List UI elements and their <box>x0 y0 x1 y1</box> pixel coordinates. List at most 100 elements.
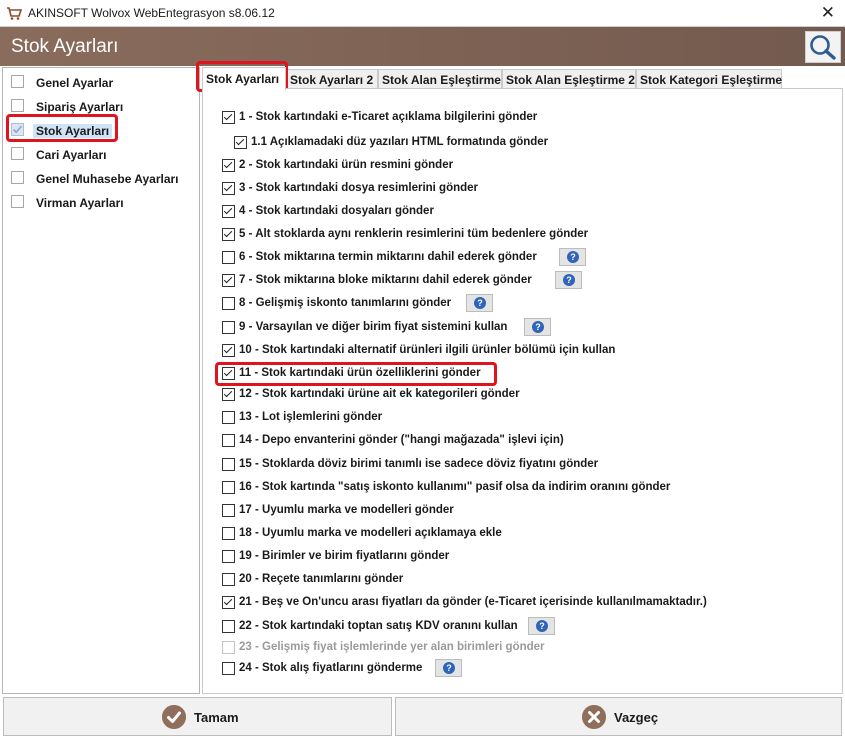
sidebar-item-siparis-ayarlari[interactable]: Sipariş Ayarları <box>11 97 196 117</box>
option-checkbox[interactable] <box>222 321 235 334</box>
app-cart-icon <box>7 7 22 20</box>
close-icon[interactable]: ✕ <box>821 3 835 23</box>
option-checkbox[interactable] <box>222 434 235 447</box>
sidebar-checkbox[interactable] <box>11 99 24 112</box>
help-button[interactable]: ? <box>528 617 555 635</box>
option-label: 23 - Gelişmiş fiyat işlemlerinde yer ala… <box>239 641 545 653</box>
help-icon: ? <box>532 321 544 333</box>
check-icon <box>12 125 23 134</box>
option-checkbox[interactable] <box>222 573 235 586</box>
option-checkbox[interactable] <box>222 620 235 633</box>
option-checkbox[interactable] <box>222 228 235 241</box>
option-checkbox[interactable] <box>222 251 235 264</box>
option-label: 1.1 Açıklamadaki düz yazıları HTML forma… <box>251 136 549 148</box>
option-label: 12 - Stok kartındaki ürüne ait ek katego… <box>239 388 520 400</box>
option-checkbox[interactable] <box>222 458 235 471</box>
option-checkbox[interactable] <box>222 344 235 357</box>
option-label: 7 - Stok miktarına bloke miktarını dahil… <box>239 274 532 286</box>
option-label: 8 - Gelişmiş iskonto tanımlarını gönder <box>239 297 452 309</box>
ok-button-label: Tamam <box>194 710 239 725</box>
sidebar-item-label: Virman Ayarları <box>36 196 124 210</box>
window-title: AKINSOFT Wolvox WebEntegrasyon s8.06.12 <box>28 6 275 20</box>
sidebar-checkbox[interactable] <box>11 147 24 160</box>
tab-strip: Stok Ayarları Stok Ayarları 2 Stok Alan … <box>202 67 843 90</box>
help-button[interactable]: ? <box>559 248 586 266</box>
check-circle-icon <box>162 705 186 729</box>
option-checkbox[interactable] <box>222 481 235 494</box>
cancel-button[interactable]: Vazgeç <box>395 697 842 736</box>
help-icon: ? <box>567 251 579 263</box>
help-button[interactable]: ? <box>555 271 582 289</box>
option-label: 14 - Depo envanterini gönder ("hangi mağ… <box>239 434 564 446</box>
option-checkbox[interactable] <box>222 182 235 195</box>
help-button[interactable]: ? <box>524 318 551 336</box>
option-label: 2 - Stok kartındaki ürün resmini gönder <box>239 159 454 171</box>
search-button[interactable] <box>805 31 841 63</box>
option-label: 3 - Stok kartındaki dosya resimlerini gö… <box>239 182 479 194</box>
option-label: 5 - Alt stoklarda aynı renklerin resimle… <box>239 228 589 240</box>
page-header: Stok Ayarları <box>0 27 845 66</box>
option-checkbox[interactable] <box>222 596 235 609</box>
sidebar-item-stok-ayarlari[interactable]: Stok Ayarları <box>11 121 196 141</box>
option-checkbox[interactable] <box>222 205 235 218</box>
tab-stok-ayarlari[interactable]: Stok Ayarları <box>202 67 286 90</box>
option-label: 9 - Varsayılan ve diğer birim fiyat sist… <box>239 321 508 333</box>
help-button[interactable]: ? <box>435 659 462 677</box>
option-label: 4 - Stok kartındaki dosyaları gönder <box>239 205 434 217</box>
option-label: 20 - Reçete tanımlarını gönder <box>239 573 404 585</box>
sidebar-checkbox[interactable] <box>11 195 24 208</box>
option-label: 19 - Birimler ve birim fiyatlarını gönde… <box>239 550 450 562</box>
option-checkbox[interactable] <box>222 504 235 517</box>
option-label: 18 - Uyumlu marka ve modelleri açıklamay… <box>239 527 502 539</box>
help-icon: ? <box>474 297 486 309</box>
sidebar-item-label: Genel Muhasebe Ayarları <box>36 172 179 186</box>
sidebar-checkbox[interactable] <box>11 75 24 88</box>
sidebar-item-label: Genel Ayarlar <box>36 76 114 90</box>
option-label: 17 - Uyumlu marka ve modelleri gönder <box>239 504 454 516</box>
tab-stok-alan-eslestirme[interactable]: Stok Alan Eşleştirme <box>378 69 502 89</box>
sidebar-item-label: Sipariş Ayarları <box>36 100 124 114</box>
option-label: 15 - Stoklarda döviz birimi tanımlı ise … <box>239 458 599 470</box>
settings-sidebar: Genel Ayarlar Sipariş Ayarları Stok Ayar… <box>2 67 200 694</box>
sidebar-item-label: Cari Ayarları <box>36 148 107 162</box>
sidebar-item-label: Stok Ayarları <box>33 124 113 138</box>
option-checkbox[interactable] <box>222 527 235 540</box>
tab-stok-ayarlari-2[interactable]: Stok Ayarları 2 <box>286 69 378 89</box>
tab-stok-kategori-eslestirme[interactable]: Stok Kategori Eşleştirme <box>636 69 782 89</box>
option-label: 13 - Lot işlemlerini gönder <box>239 411 383 423</box>
option-checkbox[interactable] <box>222 662 235 675</box>
option-label: 1 - Stok kartındaki e-Ticaret açıklama b… <box>239 111 538 123</box>
help-icon: ? <box>536 620 548 632</box>
option-checkbox[interactable] <box>234 136 247 149</box>
sidebar-item-genel-ayarlar[interactable]: Genel Ayarlar <box>11 73 196 93</box>
option-checkbox[interactable] <box>222 388 235 401</box>
option-label: 24 - Stok alış fiyatlarını gönderme <box>239 662 423 674</box>
option-label: 10 - Stok kartındaki alternatif ürünleri… <box>239 344 616 356</box>
option-label: 6 - Stok miktarına termin miktarını dahi… <box>239 251 537 263</box>
sidebar-checkbox[interactable] <box>11 123 24 136</box>
cancel-button-label: Vazgeç <box>614 710 659 725</box>
help-button[interactable]: ? <box>466 294 493 312</box>
sidebar-item-virman-ayarlari[interactable]: Virman Ayarları <box>11 193 196 213</box>
option-label: 11 - Stok kartındaki ürün özelliklerini … <box>239 367 481 379</box>
cancel-circle-icon <box>582 705 606 729</box>
help-icon: ? <box>443 662 455 674</box>
sidebar-checkbox[interactable] <box>11 171 24 184</box>
option-checkbox[interactable] <box>222 111 235 124</box>
option-checkbox[interactable] <box>222 550 235 563</box>
option-checkbox[interactable] <box>222 367 235 380</box>
ok-button[interactable]: Tamam <box>3 697 392 736</box>
option-label: 22 - Stok kartındaki toptan satış KDV or… <box>239 620 518 632</box>
window-titlebar: AKINSOFT Wolvox WebEntegrasyon s8.06.12 … <box>0 0 845 27</box>
option-checkbox[interactable] <box>222 274 235 287</box>
help-icon: ? <box>563 274 575 286</box>
sidebar-item-genel-muhasebe-ayarlari[interactable]: Genel Muhasebe Ayarları <box>11 169 196 189</box>
option-checkbox[interactable] <box>222 297 235 310</box>
settings-panel: 1 - Stok kartındaki e-Ticaret açıklama b… <box>202 88 843 694</box>
option-checkbox[interactable] <box>222 411 235 424</box>
tab-stok-alan-eslestirme-2[interactable]: Stok Alan Eşleştirme 2 <box>502 69 636 89</box>
sidebar-item-cari-ayarlari[interactable]: Cari Ayarları <box>11 145 196 165</box>
option-label: 16 - Stok kartında "satış iskonto kullan… <box>239 481 671 493</box>
option-checkbox[interactable] <box>222 159 235 172</box>
page-title: Stok Ayarları <box>11 36 119 57</box>
